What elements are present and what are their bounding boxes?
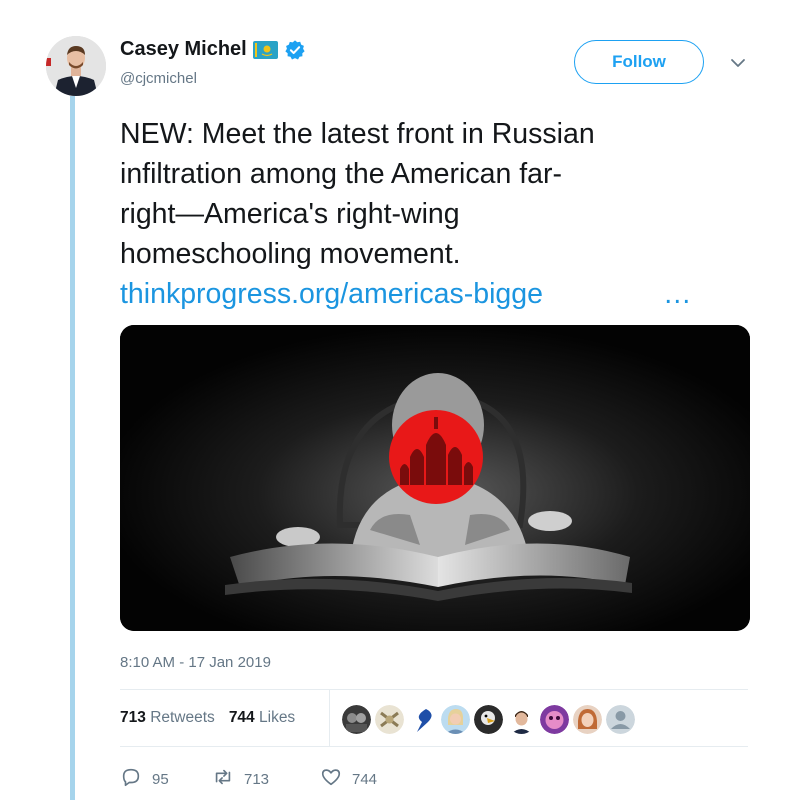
like-count: 744 xyxy=(352,770,378,788)
tweet-text-line: NEW: Meet the latest front in Russian xyxy=(120,118,595,150)
liker-avatar[interactable] xyxy=(375,705,404,734)
user-handle[interactable]: @cjcmichel xyxy=(120,70,197,87)
retweets-stat[interactable]: 713 Retweets xyxy=(120,709,215,727)
tweet-text-line: right—America's right-wing xyxy=(120,198,460,230)
liker-avatar[interactable] xyxy=(408,705,437,734)
liker-avatars xyxy=(342,705,635,734)
stats-top-divider xyxy=(120,689,748,690)
reply-count: 95 xyxy=(152,770,169,788)
liker-avatar[interactable] xyxy=(606,705,635,734)
likes-label: Likes xyxy=(259,709,296,726)
liker-avatar[interactable] xyxy=(507,705,536,734)
follow-button[interactable]: Follow xyxy=(574,40,704,84)
tweet-text-line: infiltration among the American far- xyxy=(120,158,562,190)
retweet-icon[interactable] xyxy=(212,766,234,792)
retweet-count: 713 xyxy=(244,770,270,788)
likes-stat[interactable]: 744 Likes xyxy=(229,709,295,727)
tweet-timestamp[interactable]: 8:10 AM - 17 Jan 2019 xyxy=(120,654,271,671)
like-action[interactable]: 744 xyxy=(320,766,377,792)
display-name[interactable]: Casey Michel xyxy=(120,38,247,61)
link-ellipsis[interactable]: … xyxy=(663,274,692,314)
tweet-actions: 95 713 744 xyxy=(120,766,377,792)
reply-action[interactable]: 95 xyxy=(120,766,212,792)
liker-avatar[interactable] xyxy=(573,705,602,734)
stats-bottom-divider xyxy=(120,746,748,747)
liker-avatar[interactable] xyxy=(441,705,470,734)
engagement-stats: 713 Retweets 744 Likes xyxy=(120,709,295,727)
liker-avatar[interactable] xyxy=(540,705,569,734)
liker-avatar[interactable] xyxy=(474,705,503,734)
chevron-down-icon[interactable] xyxy=(729,54,747,72)
tweet-text: NEW: Meet the latest front in Russian in… xyxy=(120,114,740,274)
verified-badge-icon xyxy=(284,39,306,61)
reply-icon[interactable] xyxy=(120,766,142,792)
avatar[interactable] xyxy=(46,36,106,96)
heart-icon[interactable] xyxy=(320,766,342,792)
article-link-text[interactable]: thinkprogress.org/americas-bigge xyxy=(120,278,543,310)
likes-count: 744 xyxy=(228,709,255,726)
retweets-count: 713 xyxy=(120,709,146,726)
kazakhstan-flag-icon xyxy=(252,40,278,59)
tweet-text-line: homeschooling movement. xyxy=(120,238,461,270)
liker-avatar[interactable] xyxy=(342,705,371,734)
retweet-action[interactable]: 713 xyxy=(212,766,320,792)
stats-vertical-divider xyxy=(329,690,330,746)
tweet-image[interactable] xyxy=(120,325,750,631)
retweets-label: Retweets xyxy=(150,709,215,726)
thread-connector-line xyxy=(70,96,75,800)
article-link[interactable]: thinkprogress.org/americas-bigge … xyxy=(120,274,692,314)
